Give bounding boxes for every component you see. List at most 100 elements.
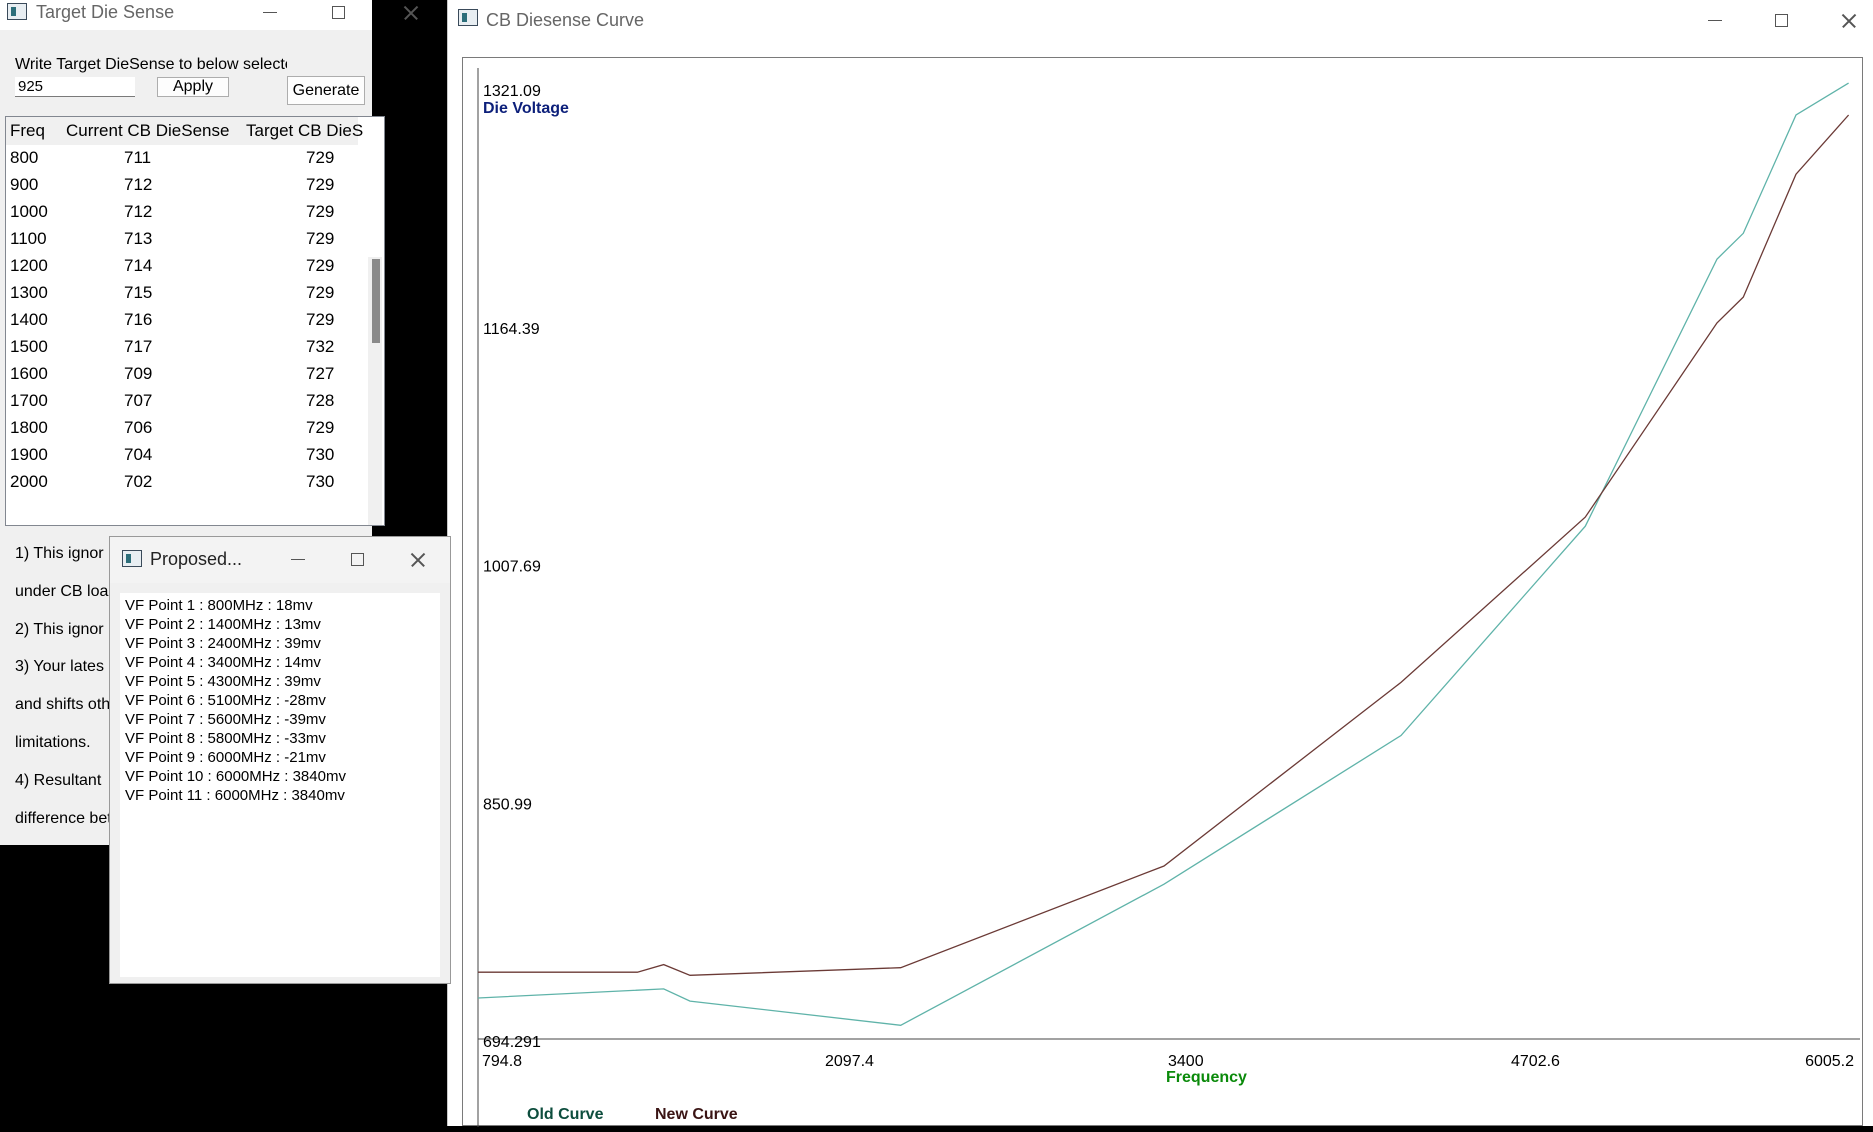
cell-freq: 900 [10, 175, 39, 194]
minimize-icon[interactable] [270, 545, 326, 575]
note-line: 2) This ignor [15, 621, 104, 638]
note-line: 1) This ignor [15, 545, 104, 562]
column-header-freq[interactable]: Freq [10, 121, 45, 141]
table-row[interactable]: 1300 715 729 [6, 280, 358, 307]
table-header: Freq Current CB DieSense Target CB DieS [6, 117, 363, 145]
note-line: and shifts oth [15, 696, 111, 713]
proposed-window-titlebar[interactable]: Proposed... [110, 537, 450, 583]
diesense-table[interactable]: Freq Current CB DieSense Target CB DieS … [5, 116, 385, 526]
column-header-target[interactable]: Target CB DieS [246, 121, 363, 141]
cell-current: 707 [124, 391, 153, 410]
vf-point-line: VF Point 11 : 6000MHz : 3840mv [125, 787, 345, 804]
cell-freq: 1500 [10, 337, 48, 356]
y-tick-label: 1321.09 [483, 83, 541, 100]
cell-target: 729 [306, 256, 335, 275]
cell-current: 702 [124, 472, 153, 491]
table-row[interactable]: 1100 713 729 [6, 226, 358, 253]
curve-window: CB Diesense Curve 1321.09 1164.39 1007.69 8… [447, 0, 1873, 1127]
proposed-text-area[interactable]: VF Point 1 : 800MHz : 18mv VF Point 2 : 1… [120, 593, 440, 977]
note-line: limitations. [15, 734, 91, 751]
vf-point-line: VF Point 3 : 2400MHz : 39mv [125, 635, 321, 652]
y-tick-label: 1007.69 [483, 559, 541, 576]
cell-current: 712 [124, 175, 153, 194]
y-axis-label: Die Voltage [483, 100, 569, 117]
target-diesense-input[interactable] [15, 77, 135, 97]
chart-frame: 1321.09 1164.39 1007.69 850.99 694.291 794.8 2… [462, 57, 1863, 1127]
cell-freq: 1700 [10, 391, 48, 410]
cell-freq: 1000 [10, 202, 48, 221]
generate-button[interactable]: Generate [287, 76, 365, 105]
cell-freq: 1900 [10, 445, 48, 464]
scrollbar-thumb[interactable] [372, 259, 380, 343]
vf-point-line: VF Point 10 : 6000MHz : 3840mv [125, 768, 346, 785]
cell-target: 729 [306, 229, 335, 248]
maximize-icon[interactable] [330, 545, 386, 575]
cell-freq: 2000 [10, 472, 48, 491]
x-tick-label: 794.8 [482, 1053, 522, 1070]
vf-point-line: VF Point 8 : 5800MHz : -33mv [125, 730, 326, 747]
note-line: difference bet [15, 810, 112, 827]
y-tick-label: 694.291 [483, 1034, 541, 1051]
app-icon [7, 3, 27, 20]
vf-point-line: VF Point 7 : 5600MHz : -39mv [125, 711, 326, 728]
table-row[interactable]: 1500 717 732 [6, 334, 358, 361]
x-tick-label: 4702.6 [1511, 1053, 1560, 1070]
cell-freq: 1400 [10, 310, 48, 329]
x-axis-label: Frequency [1166, 1069, 1247, 1086]
minimize-icon[interactable] [242, 0, 298, 28]
app-icon [458, 9, 478, 26]
vertical-scrollbar[interactable] [368, 257, 382, 525]
cell-current: 704 [124, 445, 153, 464]
maximize-icon[interactable] [311, 0, 367, 28]
table-row[interactable]: 1400 716 729 [6, 307, 358, 334]
table-row[interactable]: 1200 714 729 [6, 253, 358, 280]
cell-current: 716 [124, 310, 153, 329]
table-row[interactable]: 1800 706 729 [6, 415, 358, 442]
table-row[interactable]: 1900 704 730 [6, 442, 358, 469]
note-line: 4) Resultant [15, 772, 102, 789]
cell-target: 729 [306, 175, 335, 194]
window-title: Target Die Sense [36, 2, 175, 22]
cell-freq: 1200 [10, 256, 48, 275]
table-row[interactable]: 1600 709 727 [6, 361, 358, 388]
close-icon[interactable] [382, 0, 438, 28]
table-row[interactable]: 900 712 729 [6, 172, 358, 199]
cell-freq: 1600 [10, 364, 48, 383]
window-title: CB Diesense Curve [486, 10, 645, 30]
vf-point-line: VF Point 4 : 3400MHz : 14mv [125, 654, 321, 671]
vf-point-line: VF Point 9 : 6000MHz : -21mv [125, 749, 326, 766]
vf-point-line: VF Point 2 : 1400MHz : 13mv [125, 616, 321, 633]
table-row[interactable]: 1700 707 728 [6, 388, 358, 415]
table-row[interactable]: 800 711 729 [6, 145, 358, 172]
vf-point-line: VF Point 5 : 4300MHz : 39mv [125, 673, 321, 690]
curve-window-titlebar[interactable]: CB Diesense Curve [448, 0, 1873, 40]
cell-freq: 800 [10, 148, 39, 167]
maximize-icon[interactable] [1754, 6, 1810, 36]
app-icon [122, 550, 142, 567]
cell-target: 729 [306, 148, 335, 167]
x-tick-label: 3400 [1168, 1053, 1204, 1070]
y-tick-label: 850.99 [483, 796, 532, 813]
instruction-label: Write Target DieSense to below selecte [15, 56, 287, 73]
table-row[interactable]: 1000 712 729 [6, 199, 358, 226]
column-header-current[interactable]: Current CB DieSense [66, 121, 229, 141]
target-window-titlebar[interactable]: Target Die Sense [0, 0, 372, 30]
note-line: 3) Your lates [15, 658, 104, 675]
cell-current: 714 [124, 256, 153, 275]
table-row[interactable]: 2000 702 730 [6, 469, 358, 496]
cell-target: 729 [306, 283, 335, 302]
cell-current: 709 [124, 364, 153, 383]
vf-point-line: VF Point 1 : 800MHz : 18mv [125, 597, 313, 614]
cell-current: 706 [124, 418, 153, 437]
close-icon[interactable] [389, 545, 445, 575]
legend-old-curve: Old Curve [527, 1106, 604, 1123]
cell-freq: 1800 [10, 418, 48, 437]
cell-target: 729 [306, 418, 335, 437]
minimize-icon[interactable] [1687, 6, 1743, 36]
proposed-window: Proposed... VF Point 1 : 800MHz : 18mv VF… [109, 536, 451, 984]
legend-new-curve: New Curve [655, 1106, 738, 1123]
x-tick-label: 6005.2 [1805, 1053, 1854, 1070]
cell-target: 732 [306, 337, 335, 356]
close-icon[interactable] [1820, 6, 1873, 36]
apply-button[interactable]: Apply [157, 77, 229, 97]
